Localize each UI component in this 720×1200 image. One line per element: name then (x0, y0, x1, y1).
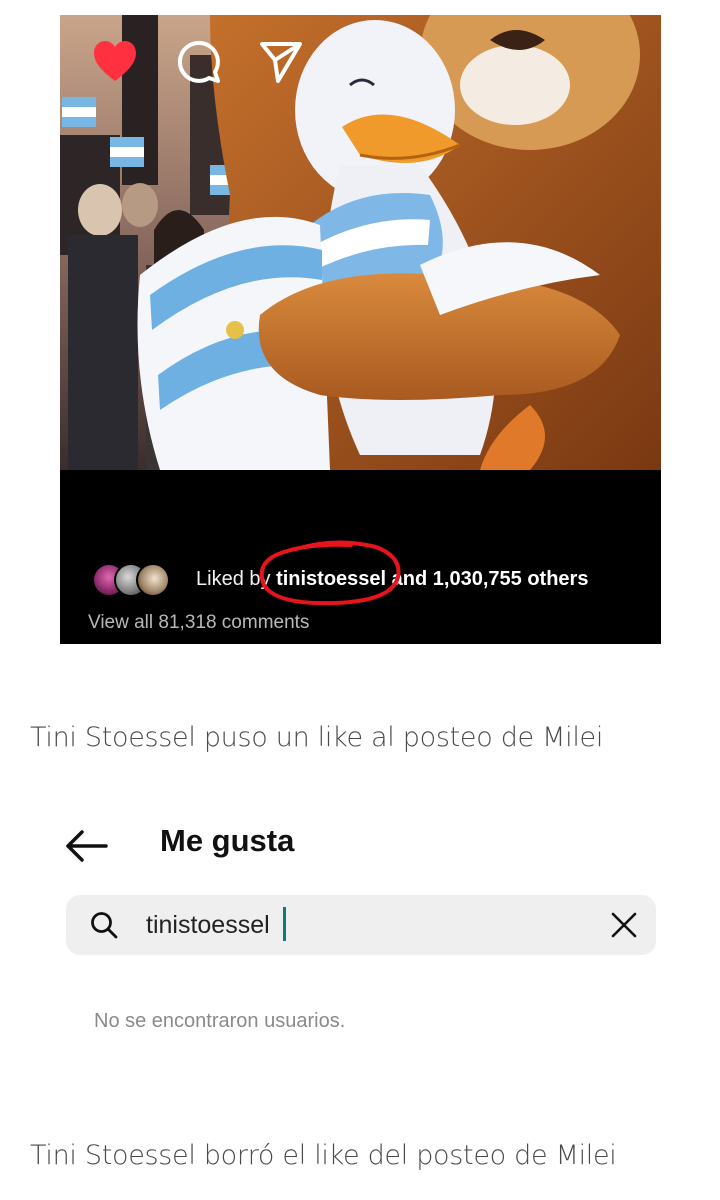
search-icon (91, 912, 118, 939)
search-bar[interactable] (66, 895, 656, 955)
page-title: Me gusta (160, 823, 295, 858)
empty-results-message: No se encontraron usuarios. (94, 1010, 346, 1032)
comment-icon[interactable] (176, 39, 222, 85)
close-icon[interactable] (610, 911, 638, 939)
caption-like-added: Tini Stoessel puso un like al posteo de … (30, 722, 604, 753)
search-input[interactable] (146, 908, 586, 942)
instagram-post: Liked by tinistoessel and 1,030,755 othe… (60, 15, 661, 644)
avatar (136, 563, 170, 597)
back-arrow-icon[interactable] (64, 828, 108, 864)
caption-like-removed: Tini Stoessel borró el like del posteo d… (30, 1140, 617, 1171)
share-icon[interactable] (258, 39, 304, 85)
red-annotation-circle (259, 540, 401, 606)
heart-icon[interactable] (92, 39, 138, 83)
post-image (60, 15, 661, 470)
text-cursor (283, 907, 286, 941)
view-all-comments-link[interactable]: View all 81,318 comments (88, 612, 309, 634)
likes-others[interactable]: 1,030,755 others (433, 568, 589, 590)
